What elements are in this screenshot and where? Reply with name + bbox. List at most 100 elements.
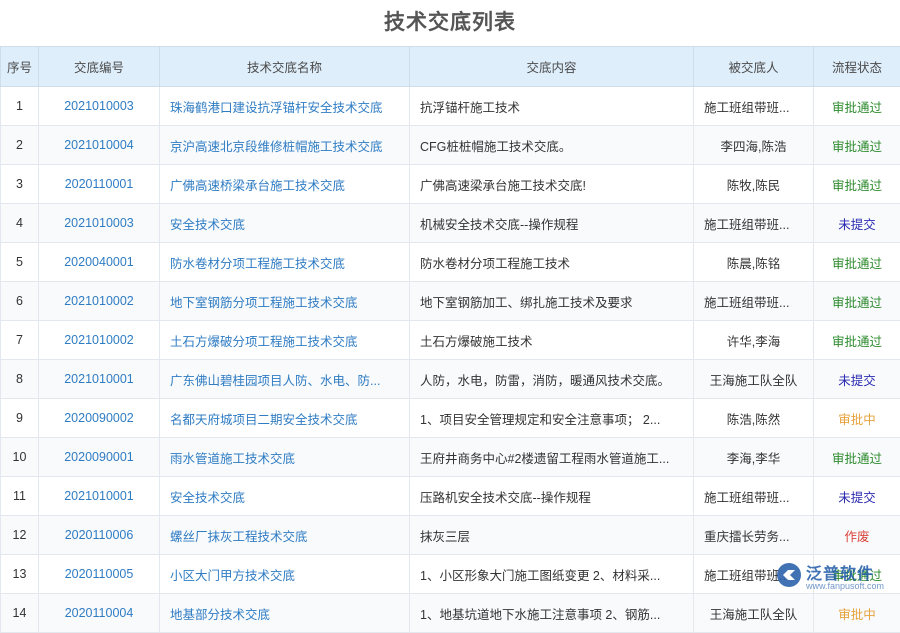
disclosure-content-cell: 1、项目安全管理规定和安全注意事项； 2... — [410, 399, 694, 438]
table-row[interactable]: 102020090001雨水管道施工技术交底王府井商务中心#2楼遗留工程雨水管道… — [1, 438, 900, 477]
row-no-cell: 14 — [1, 594, 39, 633]
disclosure-code-link[interactable]: 2021010002 — [39, 321, 160, 360]
disclosure-code-link[interactable]: 2021010002 — [39, 282, 160, 321]
disclosure-name-link[interactable]: 小区大门甲方技术交底 — [160, 555, 410, 594]
disclosure-name-link[interactable]: 防水卷材分项工程施工技术交底 — [160, 243, 410, 282]
disclosure-name-link[interactable]: 安全技术交底 — [160, 477, 410, 516]
col-header-person[interactable]: 被交底人 — [694, 47, 814, 87]
brand-logo-icon — [776, 562, 802, 588]
status-cell: 审批通过 — [814, 243, 900, 282]
disclosure-code-link[interactable]: 2020110001 — [39, 165, 160, 204]
status-cell: 未提交 — [814, 477, 900, 516]
brand-watermark: 泛普软件 www.fanpusoft.com — [776, 560, 892, 594]
row-no-cell: 6 — [1, 282, 39, 321]
disclosure-name-link[interactable]: 土石方爆破分项工程施工技术交底 — [160, 321, 410, 360]
disclosure-name-link[interactable]: 珠海鹤港口建设抗浮锚杆安全技术交底 — [160, 87, 410, 126]
status-cell: 审批通过 — [814, 126, 900, 165]
disclosure-content-cell: 土石方爆破施工技术 — [410, 321, 694, 360]
table-row[interactable]: 22021010004京沪高速北京段维修桩帽施工技术交底CFG桩桩帽施工技术交底… — [1, 126, 900, 165]
status-cell: 审批中 — [814, 399, 900, 438]
disclosure-content-cell: 机械安全技术交底--操作规程 — [410, 204, 694, 243]
disclosure-code-link[interactable]: 2021010004 — [39, 126, 160, 165]
col-header-name[interactable]: 技术交底名称 — [160, 47, 410, 87]
table-row[interactable]: 132020110005小区大门甲方技术交底1、小区形象大门施工图纸变更 2、材… — [1, 555, 900, 594]
disclosure-content-cell: CFG桩桩帽施工技术交底。 — [410, 126, 694, 165]
row-no-cell: 4 — [1, 204, 39, 243]
recipient-cell: 陈浩,陈然 — [694, 399, 814, 438]
disclosure-code-link[interactable]: 2020110006 — [39, 516, 160, 555]
status-cell: 审批中 — [814, 594, 900, 633]
status-cell: 审批通过 — [814, 438, 900, 477]
disclosure-content-cell: 1、地基坑道地下水施工注意事项 2、钢筋... — [410, 594, 694, 633]
table-row[interactable]: 12021010003珠海鹤港口建设抗浮锚杆安全技术交底抗浮锚杆施工技术施工班组… — [1, 87, 900, 126]
col-header-code[interactable]: 交底编号 — [39, 47, 160, 87]
disclosure-code-link[interactable]: 2021010001 — [39, 477, 160, 516]
disclosure-content-cell: 广佛高速梁承台施工技术交底! — [410, 165, 694, 204]
disclosure-name-link[interactable]: 地下室钢筋分项工程施工技术交底 — [160, 282, 410, 321]
disclosure-code-link[interactable]: 2020110005 — [39, 555, 160, 594]
status-cell: 未提交 — [814, 204, 900, 243]
disclosure-name-link[interactable]: 京沪高速北京段维修桩帽施工技术交底 — [160, 126, 410, 165]
disclosure-content-cell: 地下室钢筋加工、绑扎施工技术及要求 — [410, 282, 694, 321]
row-no-cell: 2 — [1, 126, 39, 165]
recipient-cell: 王海施工队全队 — [694, 360, 814, 399]
page-title: 技术交底列表 — [0, 0, 900, 46]
recipient-cell: 重庆擂长劳务... — [694, 516, 814, 555]
disclosure-content-cell: 抹灰三层 — [410, 516, 694, 555]
disclosure-content-cell: 1、小区形象大门施工图纸变更 2、材料采... — [410, 555, 694, 594]
col-header-no[interactable]: 序号 — [1, 47, 39, 87]
row-no-cell: 8 — [1, 360, 39, 399]
recipient-cell: 施工班组带班... — [694, 204, 814, 243]
disclosure-name-link[interactable]: 广佛高速桥梁承台施工技术交底 — [160, 165, 410, 204]
disclosure-code-link[interactable]: 2020090002 — [39, 399, 160, 438]
recipient-cell: 施工班组带班... — [694, 477, 814, 516]
disclosure-name-link[interactable]: 名都天府城项目二期安全技术交底 — [160, 399, 410, 438]
recipient-cell: 陈晨,陈铭 — [694, 243, 814, 282]
row-no-cell: 9 — [1, 399, 39, 438]
table-row[interactable]: 62021010002地下室钢筋分项工程施工技术交底地下室钢筋加工、绑扎施工技术… — [1, 282, 900, 321]
disclosure-name-link[interactable]: 地基部分技术交底 — [160, 594, 410, 633]
brand-url: www.fanpusoft.com — [806, 581, 884, 591]
disclosure-name-link[interactable]: 螺丝厂抹灰工程技术交底 — [160, 516, 410, 555]
disclosure-code-link[interactable]: 2020090001 — [39, 438, 160, 477]
table-row[interactable]: 112021010001安全技术交底压路机安全技术交底--操作规程施工班组带班.… — [1, 477, 900, 516]
recipient-cell: 陈牧,陈民 — [694, 165, 814, 204]
row-no-cell: 10 — [1, 438, 39, 477]
recipient-cell: 施工班组带班... — [694, 87, 814, 126]
status-cell: 审批通过 — [814, 321, 900, 360]
disclosure-name-link[interactable]: 广东佛山碧桂园项目人防、水电、防... — [160, 360, 410, 399]
row-no-cell: 1 — [1, 87, 39, 126]
table-row[interactable]: 42021010003安全技术交底机械安全技术交底--操作规程施工班组带班...… — [1, 204, 900, 243]
status-cell: 未提交 — [814, 360, 900, 399]
table-row[interactable]: 72021010002土石方爆破分项工程施工技术交底土石方爆破施工技术许华,李海… — [1, 321, 900, 360]
status-cell: 审批通过 — [814, 87, 900, 126]
status-cell: 作废 — [814, 516, 900, 555]
disclosure-content-cell: 防水卷材分项工程施工技术 — [410, 243, 694, 282]
disclosure-content-cell: 压路机安全技术交底--操作规程 — [410, 477, 694, 516]
table-row[interactable]: 32020110001广佛高速桥梁承台施工技术交底广佛高速梁承台施工技术交底!陈… — [1, 165, 900, 204]
disclosure-code-link[interactable]: 2021010001 — [39, 360, 160, 399]
table-row[interactable]: 142020110004地基部分技术交底1、地基坑道地下水施工注意事项 2、钢筋… — [1, 594, 900, 633]
status-cell: 审批通过 — [814, 282, 900, 321]
table-row[interactable]: 52020040001防水卷材分项工程施工技术交底防水卷材分项工程施工技术陈晨,… — [1, 243, 900, 282]
col-header-status[interactable]: 流程状态 — [814, 47, 900, 87]
table-row[interactable]: 122020110006螺丝厂抹灰工程技术交底抹灰三层重庆擂长劳务...作废 — [1, 516, 900, 555]
table-row[interactable]: 92020090002名都天府城项目二期安全技术交底1、项目安全管理规定和安全注… — [1, 399, 900, 438]
recipient-cell: 施工班组带班... — [694, 282, 814, 321]
row-no-cell: 5 — [1, 243, 39, 282]
disclosure-code-link[interactable]: 2020110004 — [39, 594, 160, 633]
col-header-content[interactable]: 交底内容 — [410, 47, 694, 87]
row-no-cell: 12 — [1, 516, 39, 555]
row-no-cell: 3 — [1, 165, 39, 204]
disclosure-code-link[interactable]: 2021010003 — [39, 204, 160, 243]
disclosure-name-link[interactable]: 雨水管道施工技术交底 — [160, 438, 410, 477]
disclosure-code-link[interactable]: 2020040001 — [39, 243, 160, 282]
table-row[interactable]: 82021010001广东佛山碧桂园项目人防、水电、防...人防，水电，防雷，消… — [1, 360, 900, 399]
disclosure-content-cell: 人防，水电，防雷，消防，暖通风技术交底。 — [410, 360, 694, 399]
row-no-cell: 7 — [1, 321, 39, 360]
disclosure-code-link[interactable]: 2021010003 — [39, 87, 160, 126]
recipient-cell: 李海,李华 — [694, 438, 814, 477]
recipient-cell: 李四海,陈浩 — [694, 126, 814, 165]
recipient-cell: 许华,李海 — [694, 321, 814, 360]
disclosure-name-link[interactable]: 安全技术交底 — [160, 204, 410, 243]
